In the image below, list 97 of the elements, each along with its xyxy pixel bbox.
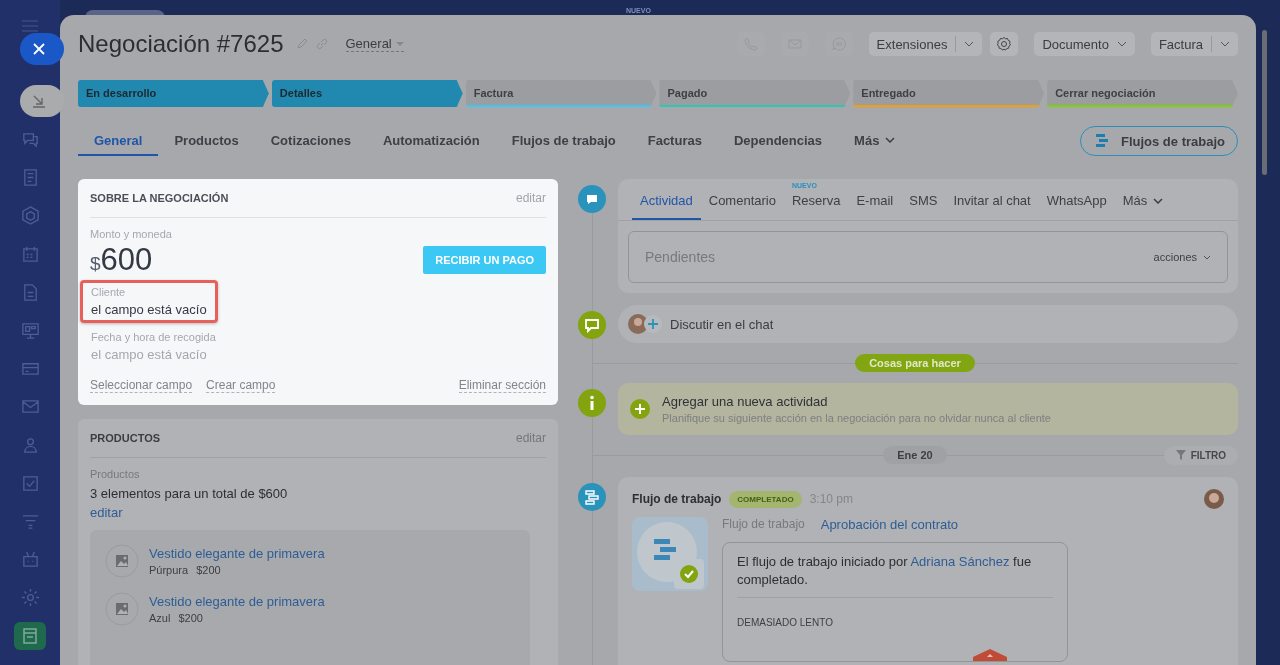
more-tab[interactable]: Más: [1114, 179, 1172, 220]
edit-link[interactable]: editar: [515, 191, 546, 205]
tab[interactable]: Flujos de trabajo: [495, 126, 632, 156]
action-link[interactable]: Crear campo: [206, 378, 276, 393]
actions-dropdown[interactable]: acciones: [1153, 251, 1211, 263]
link-icon[interactable]: [315, 38, 328, 50]
section-label: DEMASIADO LENTO: [737, 617, 833, 628]
caret-icon: [1220, 41, 1230, 47]
currency-symbol: $: [90, 253, 101, 275]
field-label: Monto y moneda: [90, 228, 173, 240]
stage-step[interactable]: Factura: [465, 80, 657, 107]
delete-section-link[interactable]: Eliminar sección: [458, 378, 546, 393]
field-label: Flujo de trabajo: [722, 517, 805, 532]
more-tab[interactable]: Más: [838, 126, 912, 156]
products-summary: 3 elementos para un total de $600: [90, 486, 289, 501]
workflow-icon: [1093, 133, 1111, 149]
stage-step[interactable]: Entregado: [853, 80, 1045, 107]
chat-icon: [578, 311, 606, 339]
product-price: $200: [178, 612, 203, 624]
robot-icon[interactable]: [20, 550, 40, 570]
caret-icon: [1116, 41, 1127, 47]
stage-step[interactable]: En desarrollo: [78, 80, 269, 107]
stage-step[interactable]: Pagado: [659, 80, 851, 107]
image-icon: [105, 592, 139, 626]
edit-link[interactable]: editar: [515, 431, 546, 445]
tab[interactable]: Productos: [158, 126, 255, 156]
close-icon: [33, 43, 45, 55]
pencil-icon[interactable]: [295, 38, 308, 50]
field-value: el campo está vacío: [91, 302, 207, 317]
filter-button[interactable]: FILTRO: [1163, 445, 1238, 465]
hexagon-icon[interactable]: [20, 206, 40, 226]
tab[interactable]: General: [78, 126, 159, 156]
tab[interactable]: Dependencias: [717, 126, 839, 156]
message-text: El flujo de trabajo iniciado por Adriana Sánchez fue completado.: [737, 553, 1033, 589]
presentation-icon[interactable]: [20, 320, 40, 340]
action-link[interactable]: Seleccionar campo: [90, 378, 193, 393]
settings-button[interactable]: [990, 32, 1019, 56]
deal-title: Negociación #7625: [78, 30, 284, 58]
split-dropdown-button[interactable]: Extensiones: [868, 32, 983, 56]
arrow-icon: [32, 94, 46, 108]
workflow-title: Flujo de trabajo: [632, 492, 722, 506]
section-title: PRODUCTOS: [90, 432, 161, 444]
section-title: SOBRE LA NEGOCIACIÓN: [90, 192, 229, 204]
close-button[interactable]: [20, 33, 64, 65]
stage-step[interactable]: Detalles: [271, 80, 463, 107]
section-badge: Cosas para hacer: [855, 354, 975, 372]
warning-icon: [973, 649, 1007, 661]
person-link[interactable]: Adriana Sánchez: [910, 554, 1010, 569]
menu-icon[interactable]: [22, 20, 38, 32]
activity-tab[interactable]: SMS: [901, 179, 946, 220]
plus-icon[interactable]: [644, 315, 662, 333]
product-variant: Púrpura: [149, 564, 189, 576]
tab[interactable]: Cotizaciones: [254, 126, 367, 156]
workflow-icon: [578, 483, 606, 511]
product-link[interactable]: Vestido elegante de primavera: [149, 546, 325, 561]
status-badge: COMPLETADO: [729, 490, 802, 508]
category-dropdown[interactable]: General: [345, 36, 404, 52]
product-price: $200: [196, 564, 221, 576]
chat-label: Discutir en el chat: [670, 316, 774, 332]
edit-link[interactable]: editar: [90, 505, 546, 520]
field-value: el campo está vacío: [91, 347, 208, 362]
comment-icon: [578, 185, 606, 213]
add-activity-title: Agregar una nueva actividad: [662, 394, 829, 409]
date-badge: Ene 20: [883, 446, 947, 464]
workflow-link[interactable]: Aprobación del contrato: [820, 517, 959, 532]
tab[interactable]: Automatización: [366, 126, 496, 156]
product-variant: Azul: [149, 612, 171, 624]
plus-icon: [630, 399, 650, 419]
caret-icon: [885, 137, 896, 143]
field-label: Fecha y hora de recogida: [91, 331, 216, 343]
caret-icon: [964, 41, 975, 47]
amount-value: 600: [100, 242, 153, 278]
info-icon: [578, 389, 606, 417]
app-icon[interactable]: [14, 622, 46, 651]
activity-tab[interactable]: Invitar al chat: [945, 179, 1039, 220]
field-label: Cliente: [91, 286, 127, 298]
field-label: Productos: [90, 468, 141, 480]
activity-tab[interactable]: Comentario: [700, 179, 784, 220]
dropdown-button[interactable]: Documento: [1034, 32, 1135, 56]
activity-tab[interactable]: Actividad: [632, 179, 701, 220]
activity-input[interactable]: Pendientes acciones: [628, 231, 1228, 283]
chat-card[interactable]: Discutir en el chat: [618, 305, 1238, 343]
image-icon: [105, 544, 139, 578]
calendar-icon[interactable]: [20, 244, 40, 264]
workflow-complete-icon: [632, 517, 708, 591]
input-placeholder: Pendientes: [645, 249, 716, 265]
caret-icon: [1153, 197, 1164, 204]
activity-tab[interactable]: E-mail: [848, 179, 902, 220]
split-dropdown-button[interactable]: Factura: [1150, 32, 1238, 56]
chat-icon[interactable]: [20, 130, 40, 149]
product-link[interactable]: Vestido elegante de primavera: [149, 594, 325, 609]
caret-icon: [1203, 254, 1211, 260]
stage-step[interactable]: Cerrar negociación: [1047, 80, 1238, 107]
activity-tab[interactable]: WhatsApp: [1038, 179, 1115, 220]
avatar-icon: [1204, 489, 1224, 509]
tab[interactable]: Facturas: [631, 126, 718, 156]
checkbox-icon[interactable]: [20, 473, 40, 493]
